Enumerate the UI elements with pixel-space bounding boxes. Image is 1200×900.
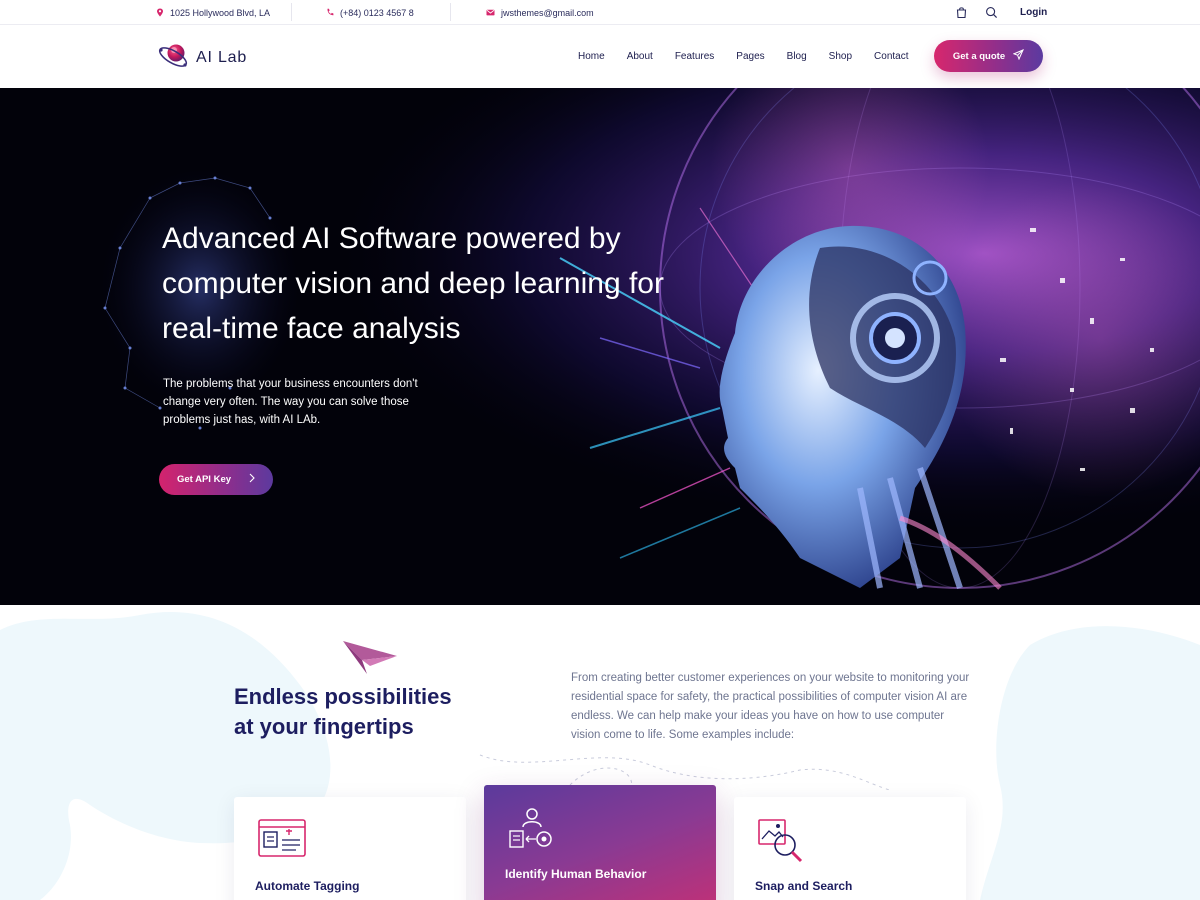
heading-line-2: at your fingertips [234, 714, 414, 739]
top-bar: 1025 Hollywood Blvd, LA (+84) 0123 4567 … [0, 0, 1200, 25]
nav-about[interactable]: About [627, 51, 653, 62]
quote-button-label: Get a quote [952, 50, 1006, 62]
tagging-icon [256, 817, 308, 863]
mail-icon [486, 8, 495, 17]
get-a-quote-button[interactable]: Get a quote [934, 40, 1043, 72]
card-title: Snap and Search [755, 879, 853, 893]
feature-card-automate-tagging[interactable]: Automate Tagging [234, 797, 466, 900]
email-info[interactable]: jwsthemes@gmail.com [486, 0, 594, 25]
logo-text: AI Lab [196, 48, 248, 66]
hero-banner: Advanced AI Software powered by computer… [0, 88, 1200, 605]
address-text: 1025 Hollywood Blvd, LA [170, 7, 271, 18]
nav-contact[interactable]: Contact [874, 51, 908, 62]
features-heading: Endless possibilities at your fingertips [234, 682, 494, 742]
api-button-label: Get API Key [176, 474, 232, 485]
heading-line-1: Endless possibilities [234, 684, 452, 709]
features-description: From creating better customer experience… [571, 672, 970, 741]
nav-blog[interactable]: Blog [787, 51, 807, 62]
feature-card-snap-and-search[interactable]: Snap and Search [734, 797, 966, 900]
divider [450, 3, 451, 21]
shopping-bag-icon[interactable] [955, 6, 968, 19]
map-pin-icon [156, 8, 164, 17]
phone-text: (+84) 0123 4567 8 [340, 7, 414, 18]
nav-pages[interactable]: Pages [736, 51, 764, 62]
nav-features[interactable]: Features [675, 51, 714, 62]
features-section: Endless possibilities at your fingertips… [0, 605, 1200, 900]
email-text[interactable]: jwsthemes@gmail.com [501, 8, 594, 18]
send-icon [1012, 49, 1025, 63]
snap-search-icon [756, 817, 808, 863]
card-title: Automate Tagging [255, 879, 360, 893]
search-icon[interactable] [985, 6, 998, 19]
card-title: Identify Human Behavior [505, 867, 647, 881]
feature-card-identify-human-behavior[interactable]: Identify Human Behavior [484, 785, 716, 900]
address-info: 1025 Hollywood Blvd, LA [156, 0, 270, 25]
hero-subtitle: The problems that your business encounte… [163, 378, 418, 426]
human-behavior-icon [506, 805, 558, 851]
nav-shop[interactable]: Shop [829, 51, 852, 62]
login-link[interactable]: Login [1020, 0, 1047, 25]
phone-icon [326, 8, 334, 17]
divider [291, 3, 292, 21]
chevron-right-icon [249, 473, 255, 486]
main-nav: Home About Features Pages Blog Shop Cont… [578, 51, 931, 62]
get-api-key-button[interactable]: Get API Key [159, 464, 273, 495]
nav-home[interactable]: Home [578, 51, 605, 62]
site-header: AI Lab Home About Features Pages Blog Sh… [0, 25, 1200, 88]
planet-logo-icon [156, 38, 190, 77]
hero-title: Advanced AI Software powered by computer… [162, 222, 664, 345]
phone-info: (+84) 0123 4567 8 [326, 0, 414, 25]
paper-plane-icon [340, 638, 400, 683]
logo[interactable]: AI Lab [156, 38, 247, 77]
